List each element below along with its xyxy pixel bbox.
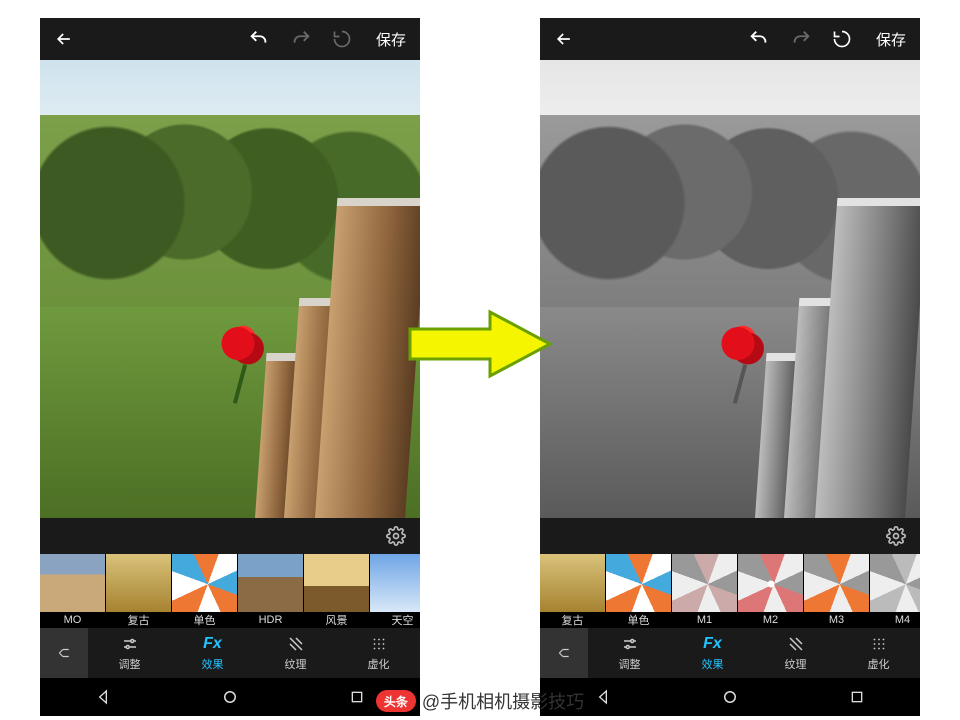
- gear-icon[interactable]: [386, 526, 406, 546]
- undo-icon[interactable]: [248, 28, 270, 50]
- editor-topbar: 保存: [540, 18, 920, 60]
- filter-thumb[interactable]: M3: [804, 554, 870, 628]
- transition-arrow-icon: [405, 304, 555, 384]
- rose-subject: [218, 321, 268, 371]
- fx-icon: Fx: [703, 634, 722, 654]
- redo-icon: [790, 28, 812, 50]
- filter-strip[interactable]: 复古 单色 M1 M2 M3 M4: [540, 554, 920, 628]
- rose-subject: [718, 321, 768, 371]
- texture-icon: [287, 634, 305, 654]
- tab-effect[interactable]: Fx 效果: [671, 634, 754, 672]
- reset-icon: [332, 29, 352, 49]
- filter-thumb[interactable]: 复古: [106, 554, 172, 628]
- collapse-icon[interactable]: [40, 628, 88, 678]
- phone-left: 保存 MO 复古 单色 HDR 风景 天空: [40, 18, 420, 716]
- reset-icon[interactable]: [832, 29, 852, 49]
- toutiao-logo: 头条: [376, 690, 416, 712]
- tab-texture[interactable]: 纹理: [254, 634, 337, 672]
- filter-thumb[interactable]: 复古: [540, 554, 606, 628]
- save-button[interactable]: 保存: [876, 29, 906, 50]
- tab-adjust[interactable]: 调整: [588, 634, 671, 672]
- bottom-tabs: 调整 Fx 效果 纹理 虚化: [540, 628, 920, 678]
- back-icon[interactable]: [554, 29, 574, 49]
- tab-blur[interactable]: 虚化: [837, 634, 920, 672]
- tab-effect[interactable]: Fx 效果: [171, 634, 254, 672]
- bottom-tabs: 调整 Fx 效果 纹理 虚化: [40, 628, 420, 678]
- blur-icon: [870, 634, 888, 654]
- fx-icon: Fx: [203, 634, 222, 654]
- gear-icon[interactable]: [886, 526, 906, 546]
- sliders-icon: [620, 634, 640, 654]
- editor-topbar: 保存: [40, 18, 420, 60]
- image-preview[interactable]: [40, 60, 420, 518]
- filter-strip[interactable]: MO 复古 单色 HDR 风景 天空: [40, 554, 420, 628]
- collapse-icon[interactable]: [540, 628, 588, 678]
- tab-texture[interactable]: 纹理: [754, 634, 837, 672]
- tab-adjust[interactable]: 调整: [88, 634, 171, 672]
- filter-thumb[interactable]: HDR: [238, 554, 304, 628]
- undo-icon[interactable]: [748, 28, 770, 50]
- blur-icon: [370, 634, 388, 654]
- tab-blur[interactable]: 虚化: [337, 634, 420, 672]
- redo-icon: [290, 28, 312, 50]
- image-preview[interactable]: [540, 60, 920, 518]
- filter-thumb[interactable]: M1: [672, 554, 738, 628]
- sliders-icon: [120, 634, 140, 654]
- filter-thumb[interactable]: 单色: [172, 554, 238, 628]
- save-button[interactable]: 保存: [376, 29, 406, 50]
- watermark: 头条 @手机相机摄影技巧: [0, 688, 960, 714]
- filter-thumb[interactable]: 单色: [606, 554, 672, 628]
- filter-thumb[interactable]: M4: [870, 554, 920, 628]
- back-icon[interactable]: [54, 29, 74, 49]
- filter-thumb[interactable]: 风景: [304, 554, 370, 628]
- filter-thumb[interactable]: 天空: [370, 554, 420, 628]
- phone-right: 保存 复古 单色 M1 M2 M3 M4: [540, 18, 920, 716]
- filter-thumb-selected[interactable]: M2: [738, 554, 804, 628]
- texture-icon: [787, 634, 805, 654]
- filter-thumb[interactable]: MO: [40, 554, 106, 628]
- watermark-text: @手机相机摄影技巧: [422, 688, 584, 714]
